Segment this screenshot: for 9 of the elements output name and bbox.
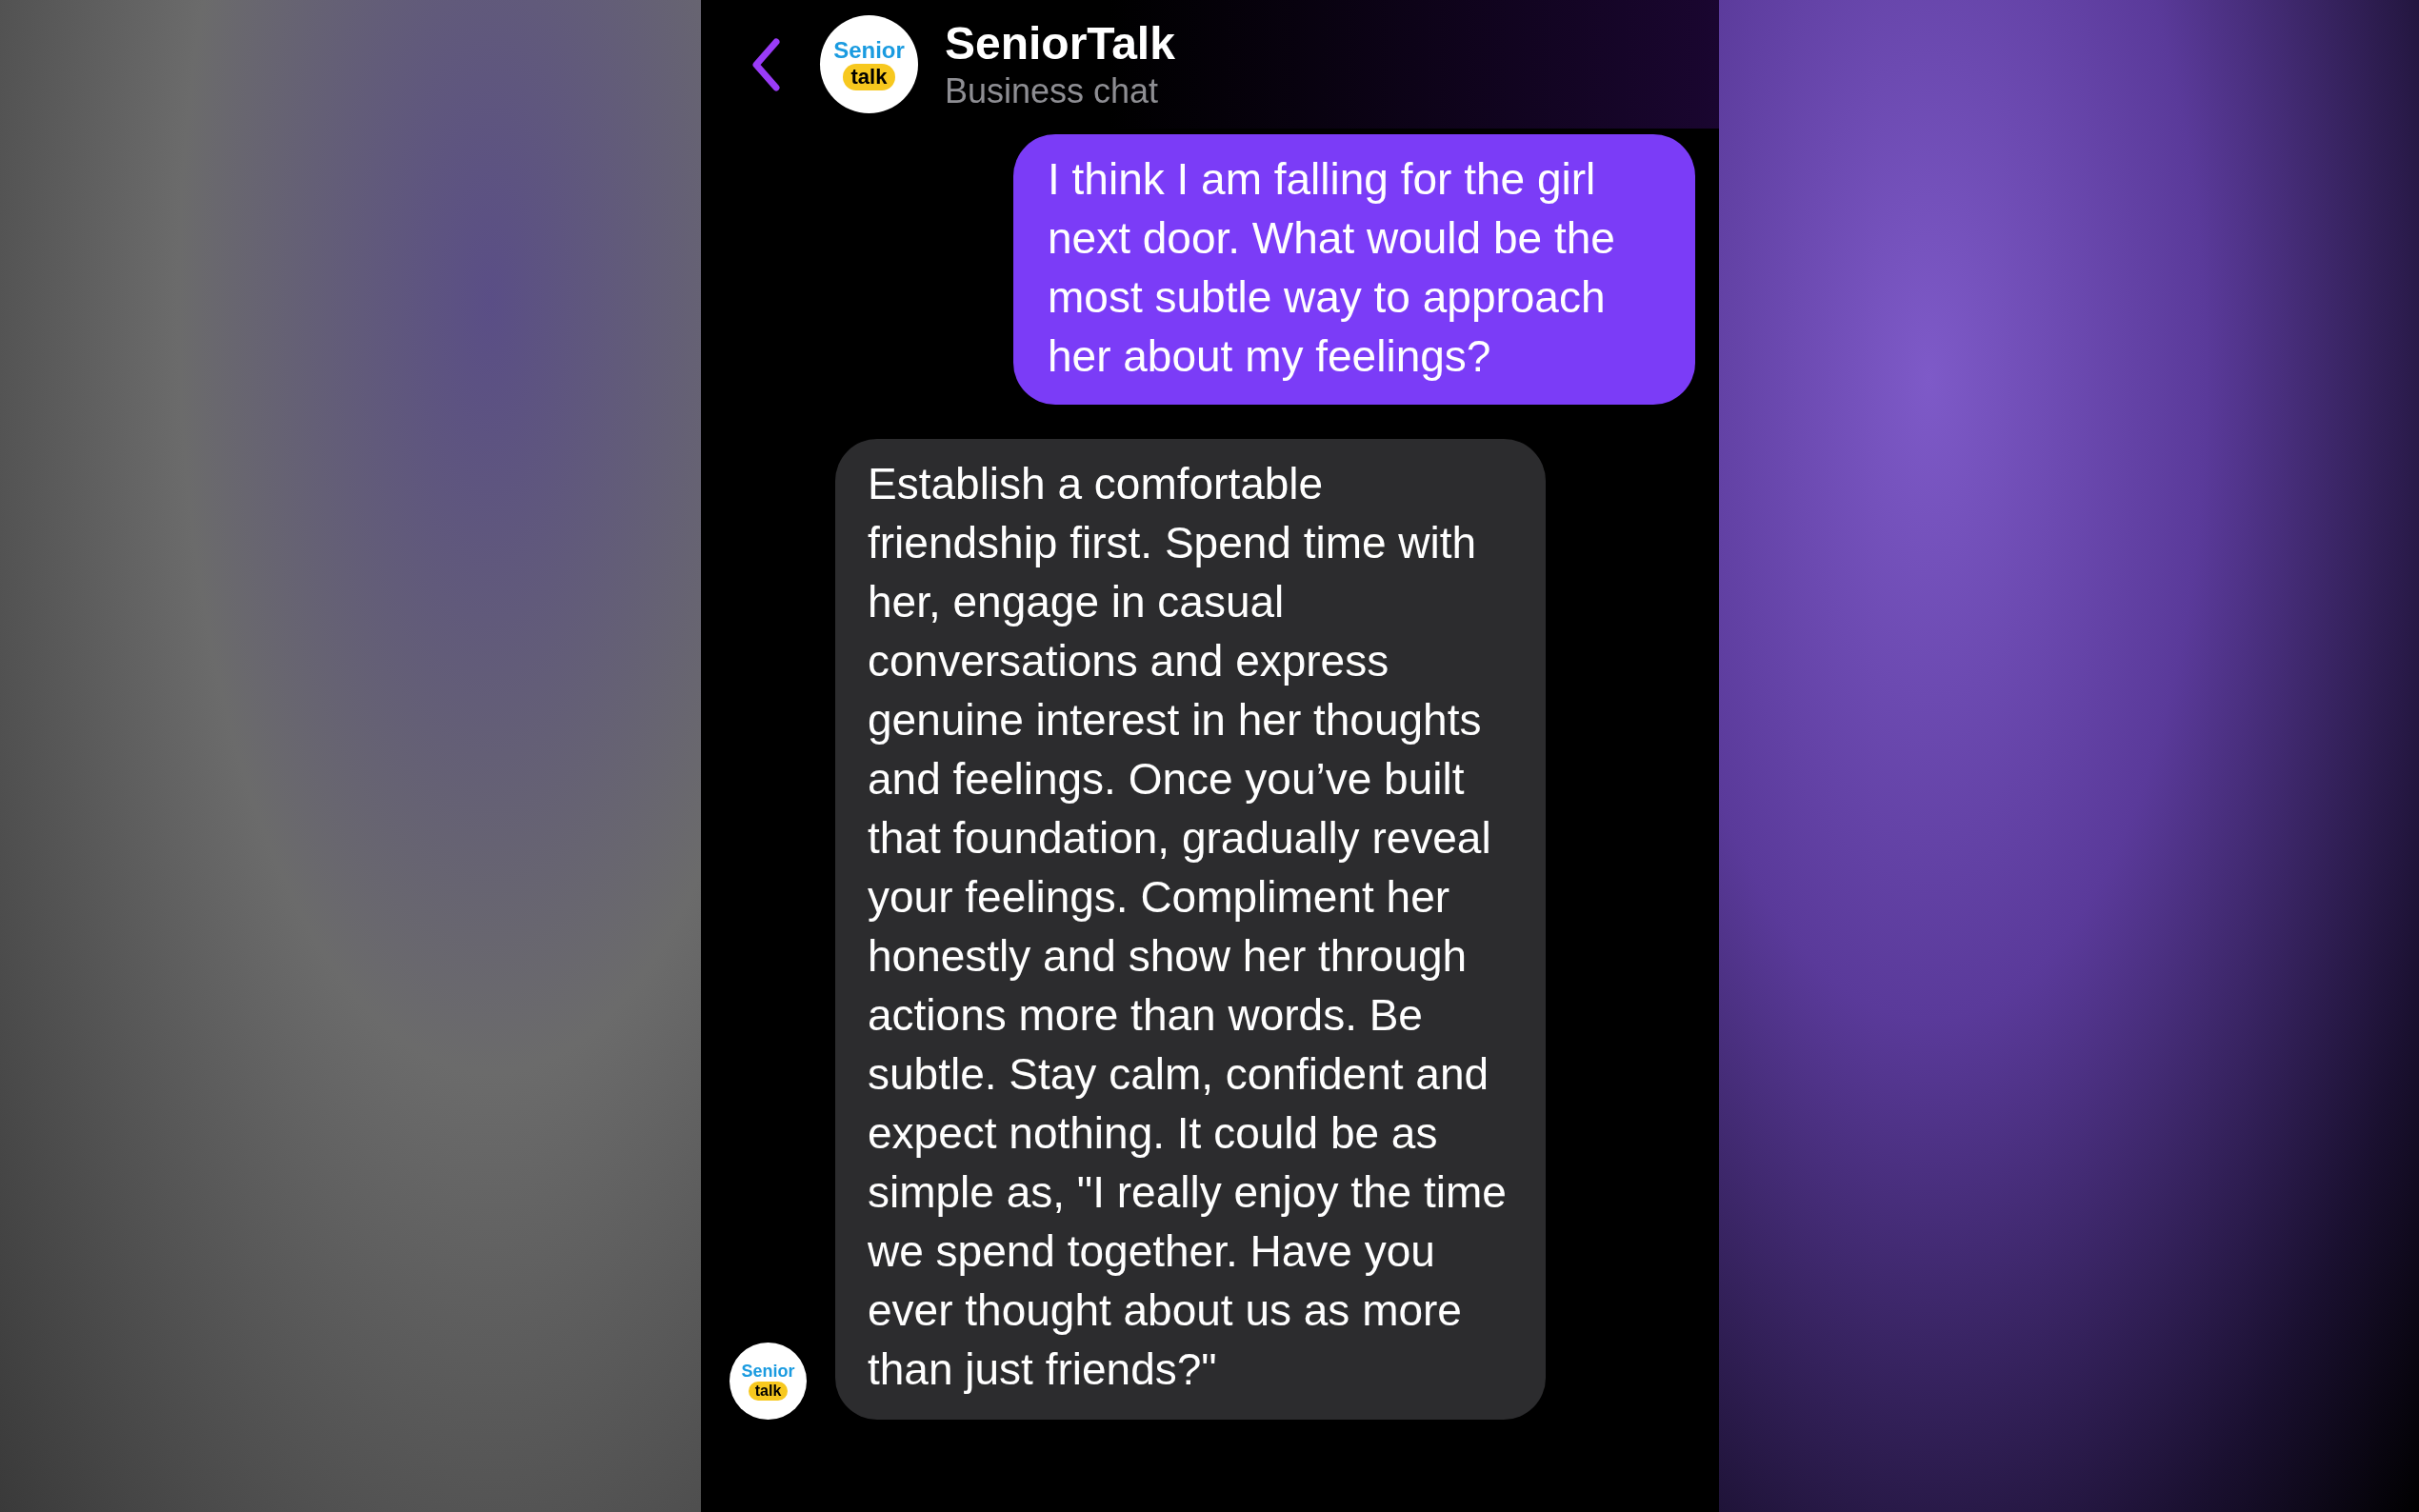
logo-text: talk [748,1381,789,1401]
received-message: Establish a comfortable friendship first. Spend time with her, engage in casual conversations and express genuine interest in her thoughts and feelings. Once you’ve built that foundation, gradually reveal your feelings. Compliment her honestly and show her through actions more than words. Be subtle. Stay calm, confident and expect nothing. It could be as simple as, "I really enjoy the time we spend together. Have you ever thought about us as more than just friends?" [835,439,1546,1420]
chat-subtitle: Business chat [945,70,1160,112]
sent-message: I think I am falling for the girl next door. What would be the most subtle way to approach her about my feelings? [1013,134,1695,405]
back-icon [750,37,780,91]
logo-text: Senior [741,1362,795,1380]
logo-text: Senior [833,38,905,62]
chat-title: SeniorTalk [945,16,1175,70]
logo-text: talk [842,63,896,90]
